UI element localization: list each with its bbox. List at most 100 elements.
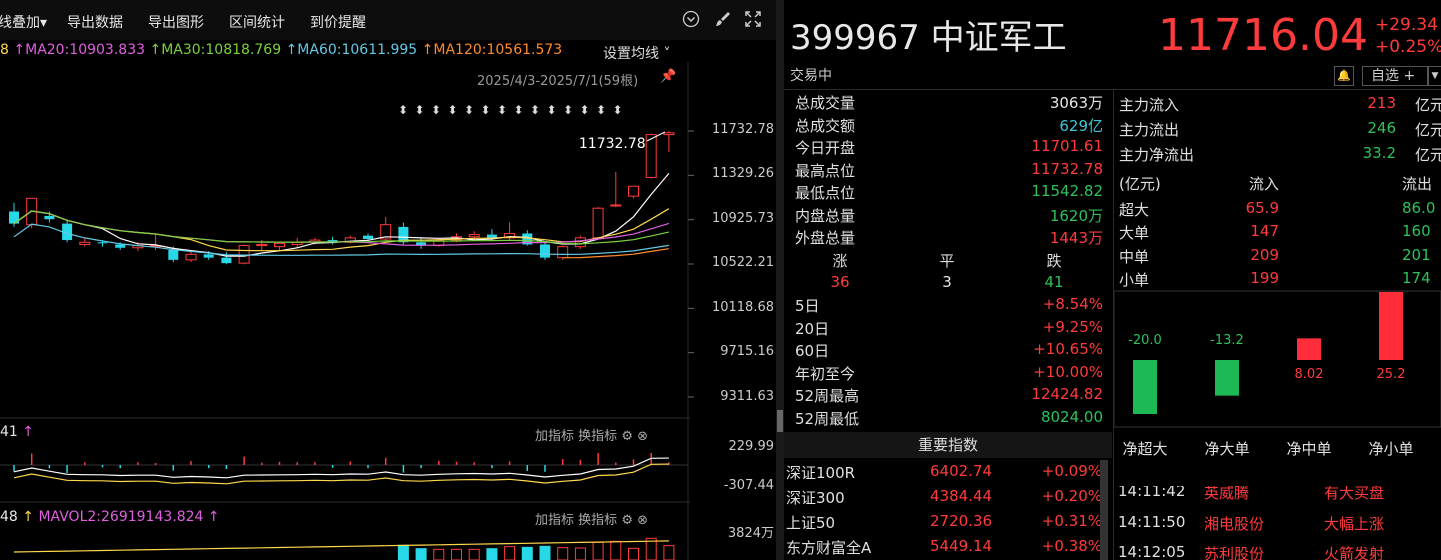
signal-arrow: ⬍: [398, 103, 408, 117]
close-icon[interactable]: ⊗: [637, 513, 648, 528]
index-row[interactable]: 深证100R 6402.74 +0.09%: [786, 462, 1102, 486]
candle-body: [522, 233, 533, 245]
candle-body: [221, 257, 232, 264]
flow-row: 主力流出 246 亿元: [1119, 119, 1441, 139]
ma30-line: [13, 210, 670, 245]
ticker-row[interactable]: 14:11:42 英威腾 有大买盘: [1118, 486, 1441, 506]
candle-body: [62, 223, 73, 241]
add-watchlist-button[interactable]: 自选 +: [1362, 66, 1428, 86]
volume-bar: [521, 546, 533, 560]
kline-svg: 11732.78 ⬍ ⬍ ⬍ ⬍ ⬍ ⬍ ⬍ ⬍ ⬍ ⬍ ⬍ ⬍ ⬍ ⬍: [0, 62, 694, 560]
add-indicator-button[interactable]: 加指标: [535, 513, 574, 528]
close-icon[interactable]: ⊗: [637, 429, 648, 444]
pane-splitter[interactable]: [776, 0, 784, 560]
price-alert-button[interactable]: 到价提醒: [310, 12, 366, 32]
ticker-row[interactable]: 14:11:50 湘电股份 大幅上涨: [1118, 513, 1441, 537]
ma30-value: ↑MA30:10818.769: [149, 42, 282, 58]
candle-body: [256, 243, 268, 247]
net-flow-chart: -20.0 净超大 -13.2 净大单 8.02 净中单 25.2 净小单: [1114, 290, 1441, 458]
interval-stats-button[interactable]: 区间统计: [229, 12, 285, 32]
stat-row: 最高点位 11732.78: [795, 160, 1103, 180]
flow-row: 主力净流出 33.2 亿元: [1119, 144, 1441, 164]
price-tick: 11732.78: [711, 122, 774, 137]
volume-bar: [486, 548, 498, 560]
net-flow-value: 25.2: [1377, 367, 1406, 382]
candle-body: [557, 246, 569, 259]
ma20-line: [13, 210, 670, 246]
volume-bar: [415, 548, 427, 560]
candle-body: [504, 232, 516, 239]
fullscreen-icon[interactable]: [743, 10, 763, 30]
decliners: 41: [1044, 273, 1064, 291]
index-row[interactable]: 上证50 2720.36 +0.31%: [786, 512, 1102, 536]
quote-panel: 399967 中证军工 11716.04 +29.34 +0.25% 交易中 🔔…: [784, 0, 1441, 560]
unchanged: 3: [942, 273, 952, 291]
fund-flow-panel: 主力流入 213 亿元 主力流出 246 亿元 主力净流出 33.2 亿元 (亿元) 流入 流出…: [1114, 90, 1441, 458]
gear-icon[interactable]: ⚙: [621, 429, 633, 444]
ticker-row[interactable]: 14:12:05 苏利股份 火箭发射: [1118, 543, 1441, 560]
event-ticker: 14:11:42 英威腾 有大买盘 14:11:50 湘电股份 大幅上涨 14:12:0…: [1114, 486, 1441, 560]
candle-body: [132, 245, 144, 249]
export-data-button[interactable]: 导出数据: [67, 12, 123, 32]
return-row: 60日 +10.65%: [795, 340, 1103, 360]
add-indicator-button[interactable]: 加指标: [535, 429, 574, 444]
signal-arrow: ⬍: [514, 103, 524, 117]
candle-body: [274, 242, 285, 248]
index-row[interactable]: 东方财富全A 5449.14 +0.38%: [786, 537, 1102, 560]
change-percent: +0.25%: [1375, 37, 1441, 57]
candle-body: [380, 224, 392, 240]
return-row: 年初至今 +10.00%: [795, 363, 1103, 383]
volume-bar: [557, 547, 569, 560]
candle-body: [451, 236, 462, 241]
gear-icon[interactable]: ⚙: [621, 513, 633, 528]
candle-body: [9, 211, 19, 224]
candle-body: [416, 242, 427, 246]
stat-row: 今日开盘 11701.61: [795, 137, 1103, 157]
indices-header: 重要指数: [784, 432, 1112, 458]
candle-body: [168, 249, 179, 260]
kline-chart-pane[interactable]: 线叠加▾ 导出数据 导出图形 区间统计 到价提醒 8 ↑MA20:10903.8…: [0, 0, 776, 560]
candle-body: [327, 240, 338, 243]
ma60-line: [13, 223, 669, 256]
scrollbar-thumb[interactable]: [777, 410, 783, 432]
index-row[interactable]: 深证300 4384.44 +0.20%: [786, 487, 1102, 511]
bell-icon[interactable]: 🔔: [1334, 66, 1354, 86]
signal-arrow: ⬍: [547, 103, 557, 117]
return-row: 20日 +9.25%: [795, 318, 1103, 338]
volume-bar: [504, 546, 516, 560]
candle-body: [44, 215, 55, 220]
ma5-line: [13, 173, 670, 257]
last-price: 11716.04: [1158, 10, 1368, 61]
brush-icon[interactable]: [713, 10, 733, 30]
candle-body: [574, 237, 586, 248]
volume-tick: 3824万: [727, 526, 774, 541]
pin-icon[interactable]: 📌: [660, 69, 676, 84]
net-flow-category: 净超大: [1122, 440, 1167, 458]
stat-row: 总成交额 629亿: [795, 117, 1103, 135]
candle-body: [592, 207, 604, 239]
overlay-button[interactable]: 线叠加▾: [0, 12, 47, 32]
ma-settings-button[interactable]: 设置均线 ˅: [603, 43, 670, 63]
volume-bar: [433, 548, 445, 560]
macd-dif-line: [13, 457, 669, 479]
swap-indicator-button[interactable]: 换指标: [578, 429, 617, 444]
volume-bar: [610, 540, 622, 560]
net-flow-bar: [1133, 360, 1157, 414]
return-row: 5日 +8.54%: [795, 295, 1103, 315]
signal-arrow: ⬍: [448, 103, 458, 117]
watchlist-dropdown-icon[interactable]: ▼: [1428, 66, 1441, 86]
flow-table-row: 中单 209 201: [1119, 246, 1431, 266]
flow-table-row: 大单 147 160: [1119, 222, 1431, 242]
volume-bar: [663, 545, 675, 560]
signal-arrow: ⬍: [596, 103, 606, 117]
indices-scrollbar[interactable]: [1100, 460, 1108, 560]
macd-tick: -307.44: [723, 478, 774, 493]
collapse-icon[interactable]: [681, 10, 701, 30]
candle-body: [468, 234, 480, 238]
net-flow-value: -13.2: [1210, 333, 1244, 348]
volume-bar: [574, 547, 586, 560]
macd-pane-buttons: 加指标 换指标 ⚙ ⊗: [535, 425, 648, 444]
export-image-button[interactable]: 导出图形: [148, 12, 204, 32]
candle-body: [610, 204, 622, 207]
swap-indicator-button[interactable]: 换指标: [578, 513, 617, 528]
